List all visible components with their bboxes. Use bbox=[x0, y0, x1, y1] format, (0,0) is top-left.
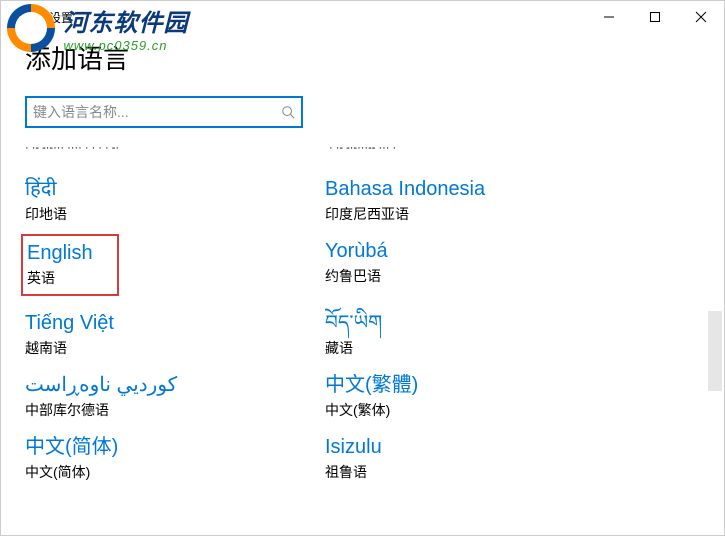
language-item[interactable]: 中文(简体)中文(简体) bbox=[25, 430, 325, 492]
language-local-name: 藏语 bbox=[325, 338, 625, 358]
language-item[interactable]: English英语 bbox=[25, 234, 325, 306]
maximize-button[interactable] bbox=[632, 1, 678, 33]
highlight-box: English英语 bbox=[21, 234, 119, 296]
maximize-icon bbox=[649, 11, 661, 23]
language-native-name: Yorùbá bbox=[325, 238, 625, 264]
language-native-name: 中文(繁體) bbox=[325, 372, 625, 398]
language-local-name: 祖鲁语 bbox=[325, 462, 625, 482]
language-item[interactable]: كورديي ناوەڕاست中部库尔德语 bbox=[25, 368, 325, 430]
truncated-left: · ·- -·-··· ···· · · · · -· bbox=[25, 142, 325, 154]
language-local-name: 中部库尔德语 bbox=[25, 400, 325, 420]
back-arrow-icon bbox=[15, 9, 31, 25]
language-native-name: 中文(简体) bbox=[25, 434, 325, 460]
language-grid: हिंदी印地语Bahasa Indonesia印度尼西亚语English英语Y… bbox=[25, 172, 700, 492]
truncated-right: · ·- -·-···-- ··· · bbox=[325, 142, 396, 154]
language-item[interactable]: Tiếng Việt越南语 bbox=[25, 306, 325, 368]
language-native-name: བོད་ཡིག bbox=[325, 310, 625, 336]
language-local-name: 英语 bbox=[27, 268, 111, 288]
minimize-icon bbox=[603, 11, 615, 23]
window-title: 设置 bbox=[45, 9, 73, 26]
close-icon bbox=[695, 11, 707, 23]
back-button[interactable] bbox=[1, 1, 45, 33]
language-item[interactable]: 中文(繁體)中文(繁体) bbox=[325, 368, 625, 430]
language-native-name: English bbox=[27, 240, 111, 266]
language-item[interactable]: Yorùbá约鲁巴语 bbox=[325, 234, 625, 306]
language-local-name: 印度尼西亚语 bbox=[325, 204, 625, 224]
titlebar: 设置 bbox=[1, 1, 724, 33]
language-item[interactable]: हिंदी印地语 bbox=[25, 172, 325, 234]
language-local-name: 约鲁巴语 bbox=[325, 266, 625, 286]
language-local-name: 中文(繁体) bbox=[325, 400, 625, 420]
language-native-name: Tiếng Việt bbox=[25, 310, 325, 336]
window-controls bbox=[586, 1, 724, 33]
language-native-name: Bahasa Indonesia bbox=[325, 176, 625, 202]
language-item[interactable]: བོད་ཡིག藏语 bbox=[325, 306, 625, 368]
language-local-name: 中文(简体) bbox=[25, 462, 325, 482]
close-button[interactable] bbox=[678, 1, 724, 33]
language-item[interactable]: Bahasa Indonesia印度尼西亚语 bbox=[325, 172, 625, 234]
language-local-name: 越南语 bbox=[25, 338, 325, 358]
content-area: 添加语言 键入语言名称... · ·- -·-··· ···· · · · · … bbox=[1, 39, 724, 492]
minimize-button[interactable] bbox=[586, 1, 632, 33]
search-input[interactable]: 键入语言名称... bbox=[25, 96, 303, 128]
search-placeholder: 键入语言名称... bbox=[33, 102, 281, 122]
language-native-name: हिंदी bbox=[25, 176, 325, 202]
page-heading: 添加语言 bbox=[25, 39, 700, 76]
language-native-name: كورديي ناوەڕاست bbox=[25, 372, 325, 398]
language-native-name: Isizulu bbox=[325, 434, 625, 460]
language-local-name: 印地语 bbox=[25, 204, 325, 224]
scrollbar[interactable] bbox=[708, 311, 722, 391]
language-item[interactable]: Isizulu祖鲁语 bbox=[325, 430, 625, 492]
truncated-row: · ·- -·-··· ···· · · · · -· · ·- -·-···-… bbox=[25, 142, 700, 154]
search-icon bbox=[281, 105, 295, 119]
